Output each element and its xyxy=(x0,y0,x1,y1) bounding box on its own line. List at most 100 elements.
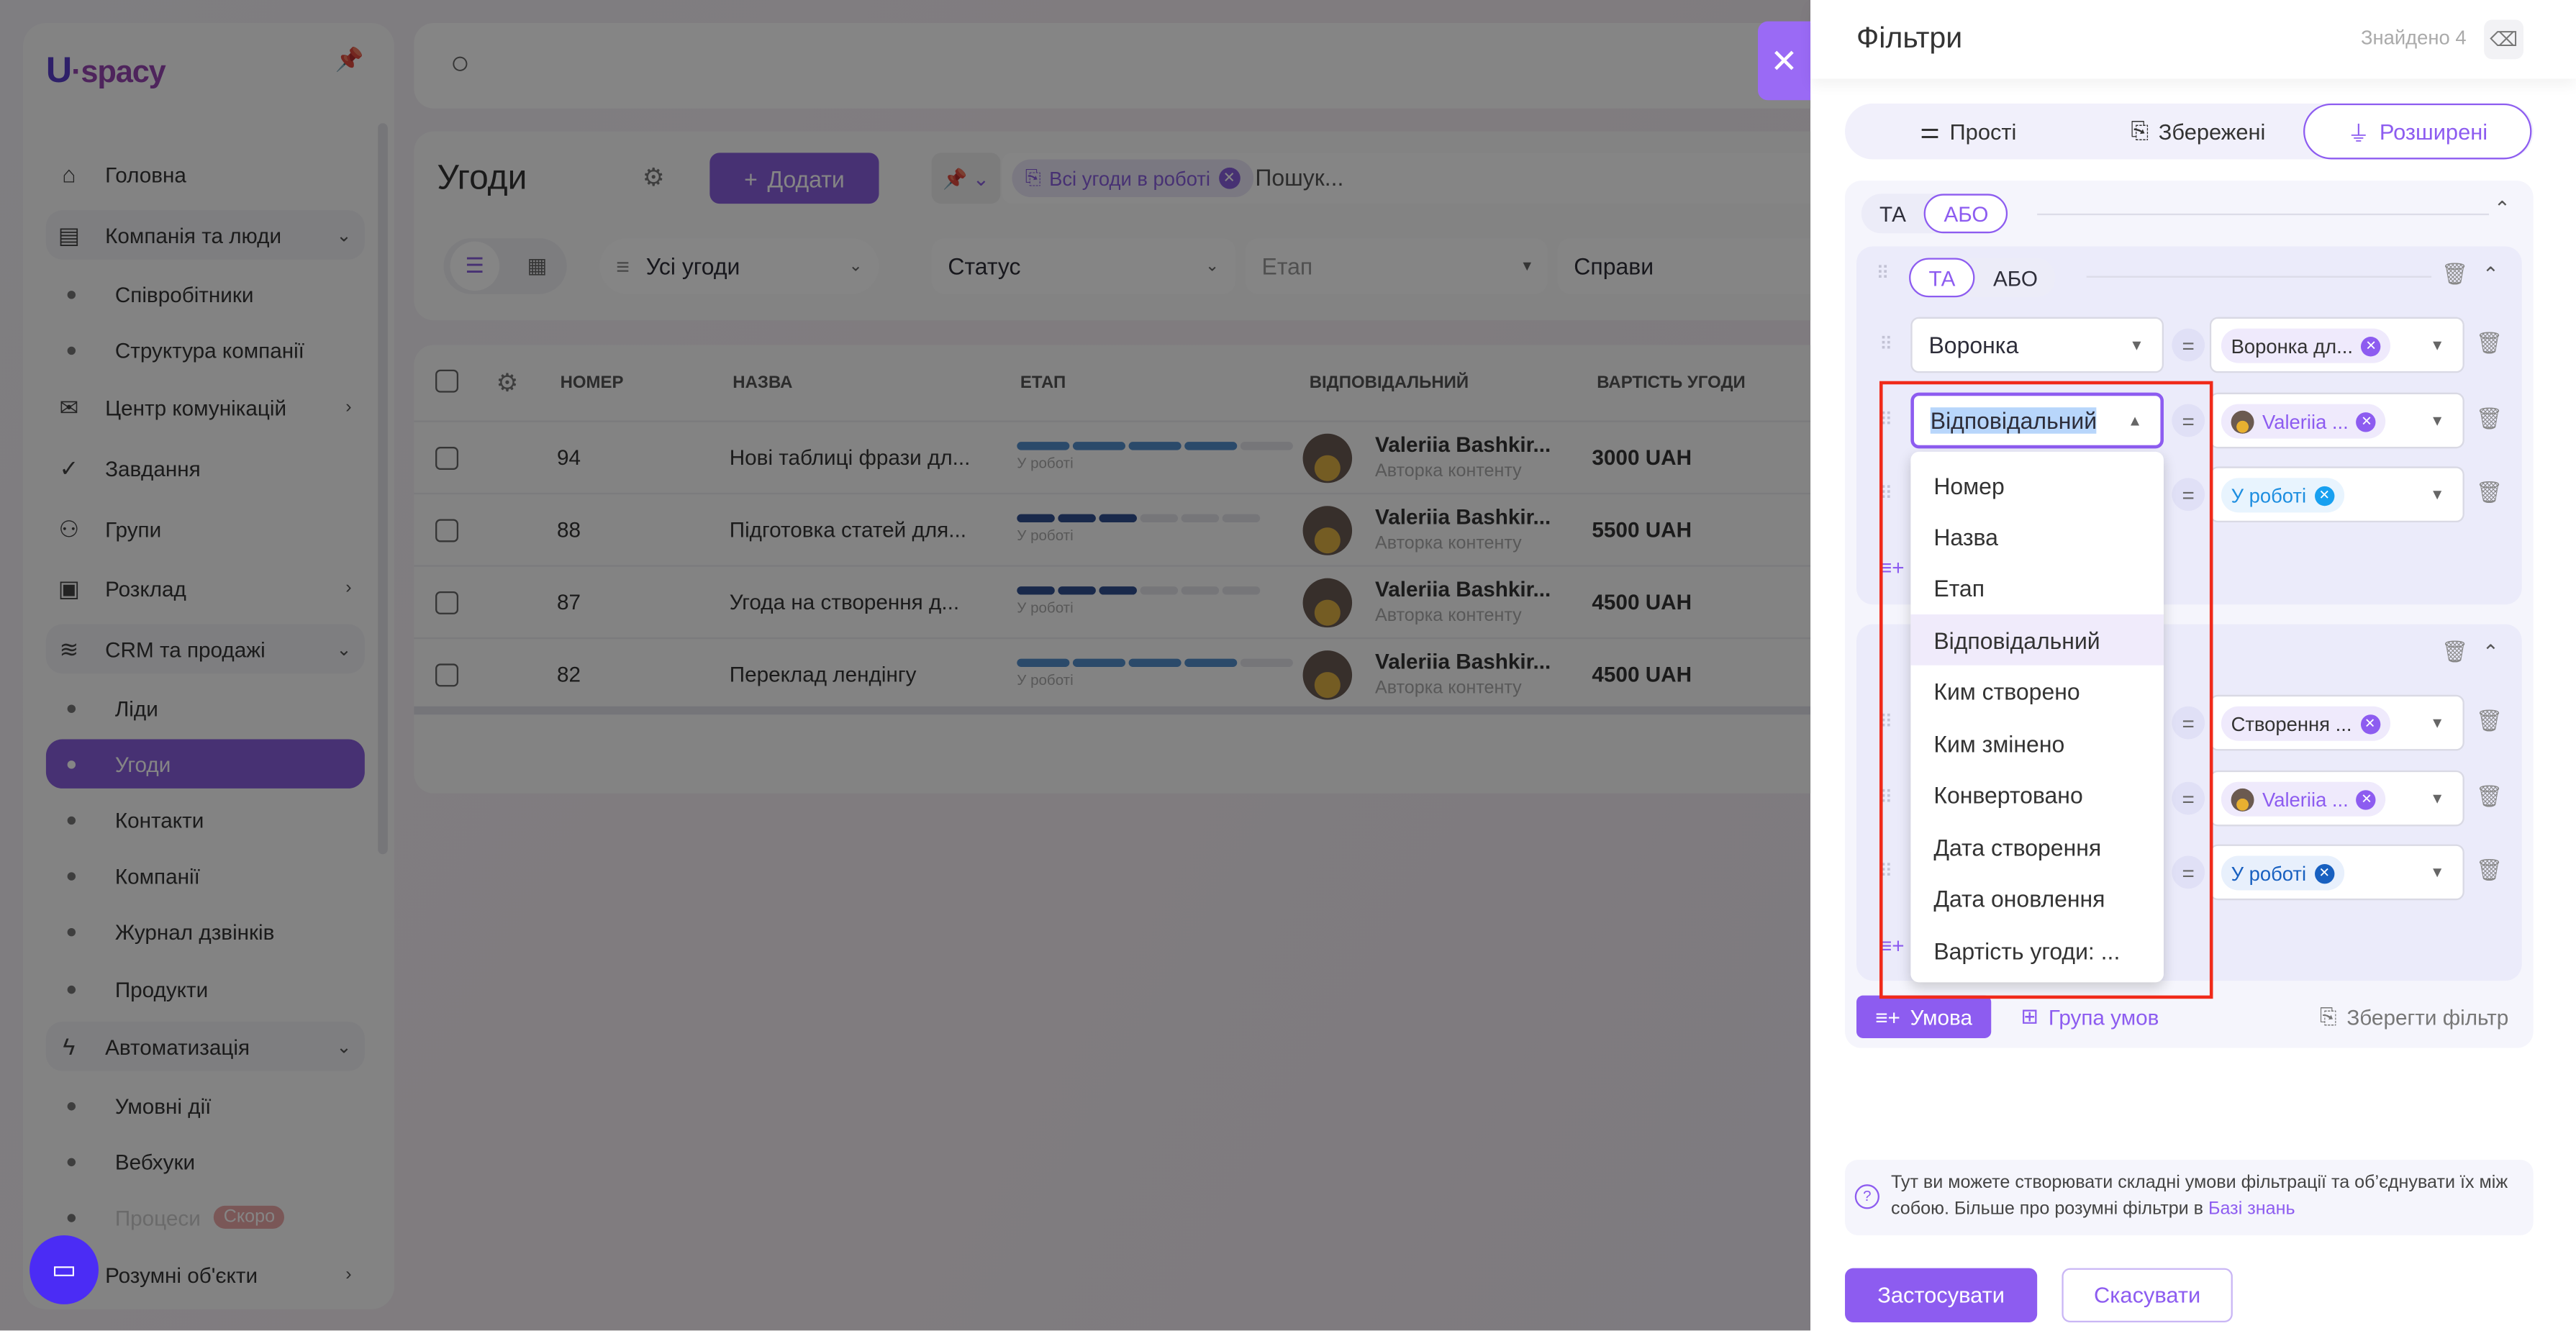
row-checkbox[interactable] xyxy=(435,663,459,687)
sidebar-item[interactable]: ≋ CRM та продажі ⌄ xyxy=(45,624,365,674)
delete-condition-trash-icon[interactable]: 🗑 xyxy=(2476,406,2503,432)
sidebar-item[interactable]: ✉ Центр комунікацій › xyxy=(46,383,365,432)
row-checkbox[interactable] xyxy=(435,447,459,470)
apply-button[interactable]: Застосувати xyxy=(1845,1268,2038,1322)
settings-gear-icon[interactable]: ⚙ xyxy=(643,163,665,192)
owner-name[interactable]: Valeriia Bashkir... xyxy=(1375,504,1551,529)
list-view-icon[interactable]: ☰ xyxy=(450,241,500,291)
collapse-chevron-up-icon[interactable]: ⌃ xyxy=(2482,263,2499,286)
delete-group-trash-icon[interactable]: 🗑 xyxy=(2441,639,2469,666)
remove-value-icon[interactable]: ✕ xyxy=(2361,335,2381,356)
sidebar-item[interactable]: Вебхуки xyxy=(46,1137,365,1186)
delete-group-trash-icon[interactable]: 🗑 xyxy=(2441,261,2469,288)
dropdown-option[interactable]: Конвертовано xyxy=(1910,769,2164,820)
dropdown-option[interactable]: Ким змінено xyxy=(1910,718,2164,769)
chevron-right-icon[interactable]: › xyxy=(345,1265,351,1284)
column-header-number[interactable]: НОМЕР xyxy=(561,373,624,392)
saved-filter-chip[interactable]: ⎘ Всі угоди в роботі ✕ xyxy=(1012,159,1253,197)
owner-name[interactable]: Valeriia Bashkir... xyxy=(1375,576,1551,601)
sidebar-item[interactable]: Контакти xyxy=(46,795,365,844)
value-chip[interactable]: Valeriia ... ✕ xyxy=(2221,781,2387,817)
add-condition-icon[interactable]: ≡+ xyxy=(1879,555,1905,580)
deal-name[interactable]: Переклад лендінгу xyxy=(730,662,917,686)
collapse-chevron-up-icon[interactable]: ⌃ xyxy=(2494,197,2511,220)
logic-and[interactable]: ТА xyxy=(1861,194,1924,233)
field-select[interactable]: Воронка ▼ xyxy=(1910,317,2164,373)
sidebar-item[interactable]: Ліди xyxy=(46,683,365,732)
drag-handle-icon[interactable]: ⠿ xyxy=(1879,409,1892,430)
remove-value-icon[interactable]: ✕ xyxy=(2357,789,2377,809)
dropdown-option[interactable]: Вартість угоди: ... xyxy=(1910,925,2164,976)
grid-view-icon[interactable]: ▦ xyxy=(512,242,561,291)
dropdown-option[interactable]: Дата створення xyxy=(1910,822,2164,873)
chat-widget-button[interactable]: ▭ xyxy=(30,1235,99,1304)
pinned-filters-button[interactable]: 📌 ⌄ xyxy=(931,153,1001,204)
sidebar-item[interactable]: ϟ Автоматизація ⌄ xyxy=(45,1022,365,1071)
sidebar-item[interactable]: ⚇ Групи xyxy=(46,504,365,553)
value-chip[interactable]: У роботі ✕ xyxy=(2221,855,2344,891)
pin-sidebar-icon[interactable]: 📌 xyxy=(335,46,364,74)
tab-advanced[interactable]: ⏚ Розширені xyxy=(2303,103,2532,160)
value-select[interactable]: Valeriia ... ✕ ▼ xyxy=(2209,392,2464,449)
sidebar-item[interactable]: Угоди xyxy=(45,739,365,789)
sidebar-item[interactable]: Процеси Скоро xyxy=(46,1193,365,1242)
equals-operator[interactable]: = xyxy=(2172,855,2205,889)
search-placeholder[interactable]: Пошук... xyxy=(1255,164,1343,191)
select-all-checkbox[interactable] xyxy=(435,369,459,393)
tab-saved[interactable]: ⎘ Збережені xyxy=(2092,104,2305,160)
chevron-right-icon[interactable]: › xyxy=(345,578,351,598)
drag-handle-icon[interactable]: ⠿ xyxy=(1879,483,1892,504)
drag-handle-icon[interactable]: ⠿ xyxy=(1879,333,1892,355)
table-row[interactable]: 88 Підготовка статей для... У роботі Valeri… xyxy=(414,492,1893,567)
sidebar-item[interactable]: Структура компанії xyxy=(46,325,365,374)
add-deal-button[interactable]: + Додати xyxy=(709,153,879,204)
owner-name[interactable]: Valeriia Bashkir... xyxy=(1375,432,1551,456)
equals-operator[interactable]: = xyxy=(2172,781,2205,815)
clear-filters-eraser-icon[interactable]: ⌫ xyxy=(2484,19,2523,60)
value-chip[interactable]: Valeriia ... ✕ xyxy=(2221,404,2387,439)
close-panel-button[interactable]: ✕ xyxy=(1758,21,1811,101)
column-header-name[interactable]: НАЗВА xyxy=(733,373,792,392)
save-filter-button[interactable]: ⎘ Зберегти фільтр xyxy=(2320,1004,2508,1030)
value-select[interactable]: У роботі ✕ ▼ xyxy=(2209,844,2464,901)
drag-handle-icon[interactable]: ⠿ xyxy=(1879,787,1892,808)
value-select[interactable]: Воронка дл... ✕ ▼ xyxy=(2209,317,2464,373)
delete-condition-trash-icon[interactable]: 🗑 xyxy=(2476,330,2503,357)
chevron-down-icon[interactable]: ⌄ xyxy=(337,638,352,659)
drag-handle-icon[interactable]: ⠿ xyxy=(1879,712,1892,732)
knowledge-base-link[interactable]: Базі знань xyxy=(2208,1199,2295,1219)
value-select[interactable]: Valeriia ... ✕ ▼ xyxy=(2209,770,2464,827)
remove-value-icon[interactable]: ✕ xyxy=(2357,411,2377,432)
sidebar-item[interactable]: ✓ Завдання xyxy=(46,443,365,492)
global-search[interactable]: ○ xyxy=(414,22,1893,109)
sidebar-item[interactable]: Умовні дії xyxy=(46,1081,365,1130)
dropdown-option[interactable]: Відповідальний xyxy=(1910,614,2164,666)
remove-value-icon[interactable]: ✕ xyxy=(2314,485,2334,506)
sidebar-item[interactable]: Журнал дзвінків xyxy=(46,907,365,955)
row-checkbox[interactable] xyxy=(435,519,459,542)
dropdown-option[interactable]: Дата оновлення xyxy=(1910,872,2164,923)
value-chip[interactable]: У роботі ✕ xyxy=(2221,478,2344,513)
value-chip[interactable]: Воронка дл... ✕ xyxy=(2221,328,2391,363)
delete-condition-trash-icon[interactable]: 🗑 xyxy=(2476,858,2503,884)
deal-name[interactable]: Угода на створення д... xyxy=(730,590,959,614)
logo[interactable]: U·spacy xyxy=(46,49,166,91)
drag-handle-icon[interactable]: ⠿ xyxy=(1879,860,1892,882)
dimmed-background-page[interactable]: U·spacy 📌 ⌂ Головна ▤ Компанія та люди ⌄ Спів… xyxy=(0,0,1923,1331)
deal-name[interactable]: Підготовка статей для... xyxy=(730,517,966,542)
chevron-down-icon[interactable]: ⌄ xyxy=(337,224,352,245)
table-settings-gear-icon[interactable]: ⚙ xyxy=(496,368,519,398)
equals-operator[interactable]: = xyxy=(2172,404,2205,437)
chevron-right-icon[interactable]: › xyxy=(345,398,351,417)
dropdown-option[interactable]: Номер xyxy=(1910,460,2164,511)
add-condition-icon[interactable]: ≡+ xyxy=(1879,933,1905,958)
logic-or[interactable]: АБО xyxy=(1975,258,2056,297)
sidebar-item[interactable]: ▣ Розклад › xyxy=(46,563,365,612)
sidebar-scrollbar[interactable] xyxy=(378,123,388,855)
value-chip[interactable]: Створення ... ✕ xyxy=(2221,706,2390,741)
sidebar-item[interactable]: Продукти xyxy=(46,964,365,1013)
cancel-button[interactable]: Скасувати xyxy=(2062,1268,2233,1322)
dropdown-option[interactable]: Ким створено xyxy=(1910,666,2164,717)
delete-condition-trash-icon[interactable]: 🗑 xyxy=(2476,480,2503,506)
value-select[interactable]: Створення ... ✕ ▼ xyxy=(2209,694,2464,751)
